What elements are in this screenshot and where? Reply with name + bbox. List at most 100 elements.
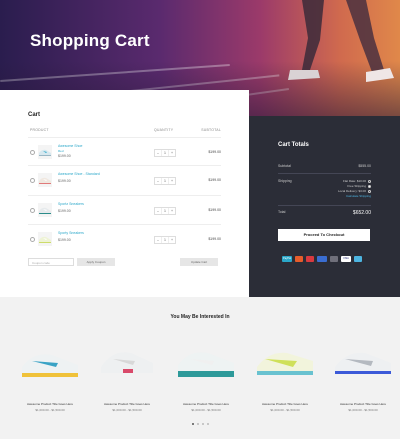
column-product: Product bbox=[30, 128, 49, 132]
apply-coupon-button[interactable]: Apply Coupon bbox=[77, 258, 115, 266]
maestro-icon bbox=[317, 256, 327, 262]
product-price: $199.00 bbox=[58, 209, 71, 213]
product-card[interactable]: Awesome Product Title Goes Here $1,000.0… bbox=[174, 331, 238, 417]
product-image[interactable] bbox=[253, 331, 317, 391]
product-price: $199.00 bbox=[58, 238, 71, 242]
product-thumbnail[interactable] bbox=[38, 145, 52, 159]
product-price: $199.00 bbox=[58, 179, 71, 183]
decrease-button[interactable]: – bbox=[155, 237, 162, 243]
radio-icon[interactable] bbox=[368, 189, 371, 193]
product-price-range: $1,000.00 - $1,500.00 bbox=[270, 408, 300, 412]
payment-methods: PayPal VISA bbox=[282, 255, 362, 263]
product-name-link[interactable]: Sporty Sneakers bbox=[58, 231, 84, 235]
product-card[interactable]: Awesome Product Title Goes Here $1,000.0… bbox=[331, 331, 395, 417]
quantity-value[interactable]: 1 bbox=[162, 237, 169, 243]
subtotal-label: Subtotal bbox=[278, 164, 291, 168]
product-thumbnail[interactable] bbox=[38, 232, 52, 246]
product-title[interactable]: Awesome Product Title Goes Here bbox=[253, 402, 317, 406]
product-thumbnail[interactable] bbox=[38, 203, 52, 217]
carousel-dot[interactable] bbox=[191, 423, 194, 425]
decrease-button[interactable]: – bbox=[155, 208, 162, 214]
quantity-value[interactable]: 1 bbox=[162, 208, 169, 214]
quantity-stepper[interactable]: – 1 + bbox=[154, 149, 176, 157]
total-label: Total bbox=[278, 210, 286, 214]
product-image[interactable] bbox=[95, 331, 159, 391]
carousel-pagination bbox=[0, 423, 400, 425]
carousel-dot[interactable] bbox=[201, 423, 204, 425]
product-card[interactable]: Awesome Product Title Goes Here $1,000.0… bbox=[18, 331, 82, 417]
related-products-section: You May Be Interested In Awesome Product… bbox=[0, 297, 400, 439]
calculate-shipping-link[interactable]: Calculate Shipping bbox=[338, 194, 371, 199]
product-image[interactable] bbox=[331, 331, 395, 391]
shipping-label: Shipping bbox=[278, 179, 292, 183]
product-title[interactable]: Awesome Product Title Goes Here bbox=[95, 402, 159, 406]
cart-title: Cart bbox=[28, 112, 41, 118]
product-price-range: $1,000.00 - $1,500.00 bbox=[35, 408, 65, 412]
quantity-value[interactable]: 1 bbox=[162, 150, 169, 156]
card-icon bbox=[354, 256, 362, 262]
carousel-dot[interactable] bbox=[196, 423, 199, 425]
update-cart-button[interactable]: Update Cart bbox=[180, 258, 218, 266]
product-name-link[interactable]: Awesome Shoe - Standard bbox=[58, 172, 100, 176]
increase-button[interactable]: + bbox=[169, 208, 175, 214]
carousel-dot[interactable] bbox=[206, 423, 209, 425]
quantity-stepper[interactable]: – 1 + bbox=[154, 207, 176, 215]
increase-button[interactable]: + bbox=[169, 237, 175, 243]
product-card[interactable]: Awesome Product Title Goes Here $1,000.0… bbox=[253, 331, 317, 417]
remove-item-icon[interactable] bbox=[30, 178, 35, 183]
product-price: $199.00 bbox=[58, 154, 71, 158]
row-subtotal: $199.00 bbox=[208, 208, 221, 212]
divider bbox=[278, 205, 371, 206]
cart-table-header: Product Quantity Subtotal bbox=[28, 128, 221, 136]
shipping-row: Shipping Flat Rate: $10.00 Free Shipping… bbox=[278, 179, 371, 203]
product-attribute: Red bbox=[58, 149, 64, 153]
column-quantity: Quantity bbox=[154, 128, 174, 132]
product-price-range: $1,000.00 - $1,500.00 bbox=[112, 408, 142, 412]
product-image[interactable] bbox=[18, 331, 82, 391]
cart-row: Awesome Shoe - Standard $199.00 – 1 + $1… bbox=[28, 165, 221, 195]
column-subtotal: Subtotal bbox=[201, 128, 221, 132]
decrease-button[interactable]: – bbox=[155, 178, 162, 184]
decrease-button[interactable]: – bbox=[155, 150, 162, 156]
remove-item-icon[interactable] bbox=[30, 150, 35, 155]
quantity-value[interactable]: 1 bbox=[162, 178, 169, 184]
coupon-code-input[interactable]: Coupon code bbox=[28, 258, 74, 266]
total-value: $652.00 bbox=[352, 210, 371, 216]
shipping-options: Flat Rate: $10.00 Free Shipping Local De… bbox=[338, 179, 371, 199]
radio-icon[interactable] bbox=[368, 184, 371, 188]
proceed-to-checkout-button[interactable]: Proceed To Checkout bbox=[278, 229, 370, 241]
product-title[interactable]: Awesome Product Title Goes Here bbox=[18, 402, 82, 406]
product-title[interactable]: Awesome Product Title Goes Here bbox=[331, 402, 395, 406]
mastercard-icon bbox=[306, 256, 314, 262]
product-title[interactable]: Awesome Product Title Goes Here bbox=[174, 402, 238, 406]
row-subtotal: $199.00 bbox=[208, 150, 221, 154]
page-title: Shopping Cart bbox=[30, 31, 150, 50]
radio-icon[interactable] bbox=[368, 179, 371, 183]
subtotal-value: $555.00 bbox=[358, 164, 371, 168]
amex-icon bbox=[330, 256, 338, 262]
product-name-link[interactable]: Awesome Shoe bbox=[58, 144, 82, 148]
row-subtotal: $199.00 bbox=[208, 237, 221, 241]
quantity-stepper[interactable]: – 1 + bbox=[154, 236, 176, 244]
cart-row: Sportz Sneakers $199.00 – 1 + $199.00 bbox=[28, 195, 221, 225]
visa-icon: VISA bbox=[341, 256, 351, 262]
quantity-stepper[interactable]: – 1 + bbox=[154, 177, 176, 185]
cart-totals-title: Cart Totals bbox=[278, 142, 309, 148]
cart-row: Sporty Sneakers $199.00 – 1 + $199.00 bbox=[28, 224, 221, 254]
product-thumbnail[interactable] bbox=[38, 173, 52, 187]
increase-button[interactable]: + bbox=[169, 178, 175, 184]
product-price-range: $1,000.00 - $1,500.00 bbox=[348, 408, 378, 412]
remove-item-icon[interactable] bbox=[30, 237, 35, 242]
mastercard-icon bbox=[295, 256, 303, 262]
product-name-link[interactable]: Sportz Sneakers bbox=[58, 202, 84, 206]
paypal-icon: PayPal bbox=[282, 256, 292, 262]
divider bbox=[278, 173, 371, 174]
related-title: You May Be Interested In bbox=[170, 314, 230, 320]
runner-legs-image bbox=[288, 0, 394, 82]
increase-button[interactable]: + bbox=[169, 150, 175, 156]
cart-totals-panel: Cart Totals Subtotal $555.00 Shipping Fl… bbox=[249, 116, 400, 297]
product-card[interactable]: Awesome Product Title Goes Here $1,000.0… bbox=[95, 331, 159, 417]
product-image[interactable] bbox=[174, 331, 238, 391]
remove-item-icon[interactable] bbox=[30, 208, 35, 213]
row-subtotal: $199.00 bbox=[208, 178, 221, 182]
